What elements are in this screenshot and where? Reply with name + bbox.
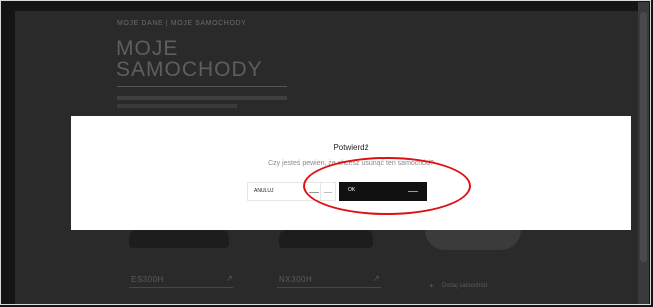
dash-icon <box>324 192 332 193</box>
car-card-divider <box>277 287 381 288</box>
title-divider <box>117 86 287 87</box>
cancel-button[interactable]: ANULUJ <box>247 182 330 201</box>
subtitle-placeholder-2 <box>117 104 237 108</box>
confirm-dialog: Potwierdź Czy jesteś pewien, że chcesz u… <box>71 116 631 230</box>
cancel-button-label: ANULUJ <box>254 188 274 194</box>
page-title-line1: MOJE <box>116 37 179 60</box>
dialog-message: Czy jesteś pewien, że chcesz usunąć ten … <box>268 160 434 167</box>
add-car-link[interactable]: Dodaj samochód <box>442 283 487 289</box>
breadcrumb[interactable]: MOJE DANE | MOJE SAMOCHODY <box>117 20 246 27</box>
scrollbar-thumb[interactable] <box>640 12 647 262</box>
dash-icon <box>408 191 418 192</box>
confirm-button[interactable]: OK <box>339 182 427 201</box>
scrollbar[interactable] <box>638 2 649 304</box>
arrow-right-icon[interactable]: ↗ <box>226 274 233 283</box>
dialog-title: Potwierdź <box>333 143 369 152</box>
add-car-placeholder[interactable] <box>425 230 521 250</box>
screenshot-frame: MOJE DANE | MOJE SAMOCHODY MOJE SAMOCHOD… <box>0 0 651 305</box>
confirm-button-label: OK <box>348 187 356 193</box>
car-image-nx300h[interactable] <box>279 230 373 248</box>
arrow-right-icon[interactable]: ↗ <box>373 274 380 283</box>
page-title: MOJE SAMOCHODY <box>116 38 263 80</box>
car-name-nx300h[interactable]: NX300H <box>279 275 312 284</box>
car-name-es300h[interactable]: ES300H <box>131 275 164 284</box>
button-separator <box>320 182 336 201</box>
car-card-divider <box>129 287 233 288</box>
page-title-line2: SAMOCHODY <box>116 58 263 81</box>
car-image-es300h[interactable] <box>129 230 229 248</box>
subtitle-placeholder <box>117 96 287 100</box>
plus-icon[interactable]: + <box>429 281 434 290</box>
dash-icon <box>309 192 319 193</box>
